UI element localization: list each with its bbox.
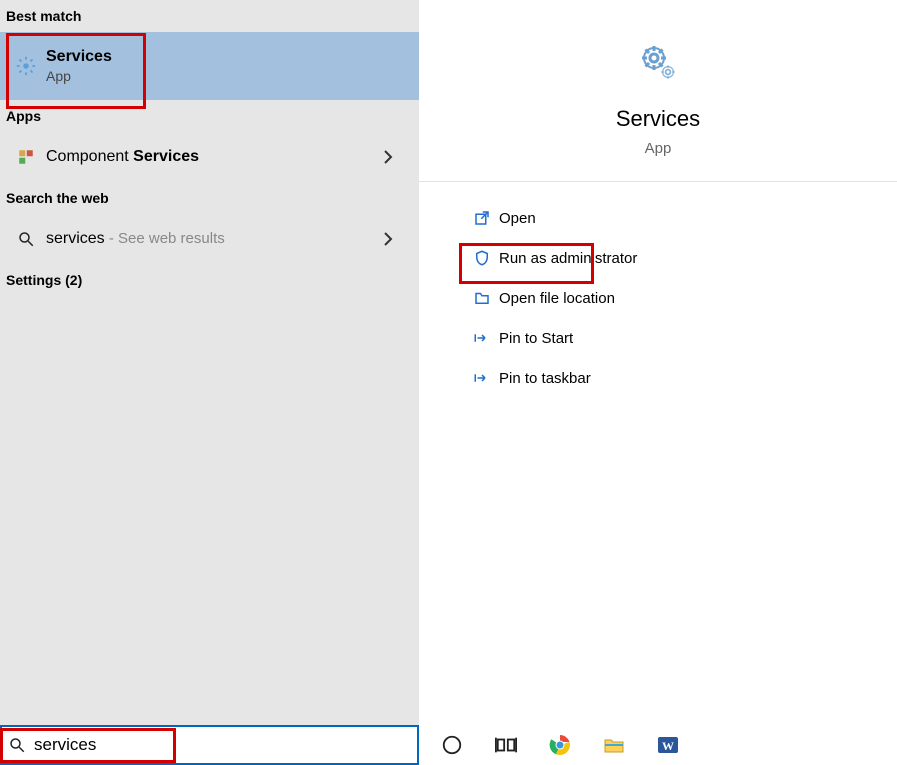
word-icon[interactable]: W	[655, 732, 681, 758]
action-open[interactable]: Open	[465, 198, 897, 238]
component-icon	[6, 148, 46, 166]
settings-header: Settings (2)	[0, 264, 419, 296]
result-web-search[interactable]: services - See web results	[0, 214, 419, 264]
chevron-right-icon[interactable]	[383, 232, 413, 246]
result-text: Services App	[46, 46, 413, 86]
search-input[interactable]	[34, 735, 411, 755]
gear-icon	[6, 55, 46, 77]
result-services[interactable]: Services App	[0, 32, 419, 100]
action-label: Pin to Start	[499, 330, 573, 347]
action-label: Open file location	[499, 290, 615, 307]
action-pin-start[interactable]: Pin to Start	[465, 318, 897, 358]
chrome-icon[interactable]	[547, 732, 573, 758]
action-label: Open	[499, 210, 536, 227]
action-label: Run as administrator	[499, 250, 637, 267]
web-header: Search the web	[0, 182, 419, 214]
action-label: Pin to taskbar	[499, 370, 591, 387]
folder-icon	[465, 289, 499, 307]
preview-title: Services	[419, 106, 897, 132]
result-text: services - See web results	[46, 228, 383, 250]
shield-icon	[465, 249, 499, 267]
best-match-header: Best match	[0, 0, 419, 32]
apps-header: Apps	[0, 100, 419, 132]
preview-subtitle: App	[419, 140, 897, 157]
task-view-icon[interactable]	[493, 732, 519, 758]
search-icon	[8, 736, 26, 754]
result-text: Component Services	[46, 146, 383, 168]
gear-icon	[419, 40, 897, 88]
action-run-admin[interactable]: Run as administrator	[465, 238, 897, 278]
chevron-right-icon[interactable]	[383, 150, 413, 164]
result-component-services[interactable]: Component Services	[0, 132, 419, 182]
preview-panel: Services App Open Run as administrator	[419, 0, 897, 725]
search-box[interactable]	[0, 725, 419, 765]
svg-text:W: W	[662, 739, 674, 753]
action-pin-taskbar[interactable]: Pin to taskbar	[465, 358, 897, 398]
actions-list: Open Run as administrator Open file loca…	[419, 182, 897, 398]
preview-header: Services App	[419, 0, 897, 182]
action-open-location[interactable]: Open file location	[465, 278, 897, 318]
cortana-icon[interactable]	[439, 732, 465, 758]
result-title: Services	[46, 48, 112, 65]
search-results-panel: Best match Services App Apps Component S…	[0, 0, 419, 725]
taskbar: W	[419, 725, 897, 765]
result-subtitle: App	[46, 67, 413, 86]
pin-icon	[465, 369, 499, 387]
file-explorer-icon[interactable]	[601, 732, 627, 758]
search-icon	[6, 230, 46, 248]
pin-icon	[465, 329, 499, 347]
open-icon	[465, 209, 499, 227]
